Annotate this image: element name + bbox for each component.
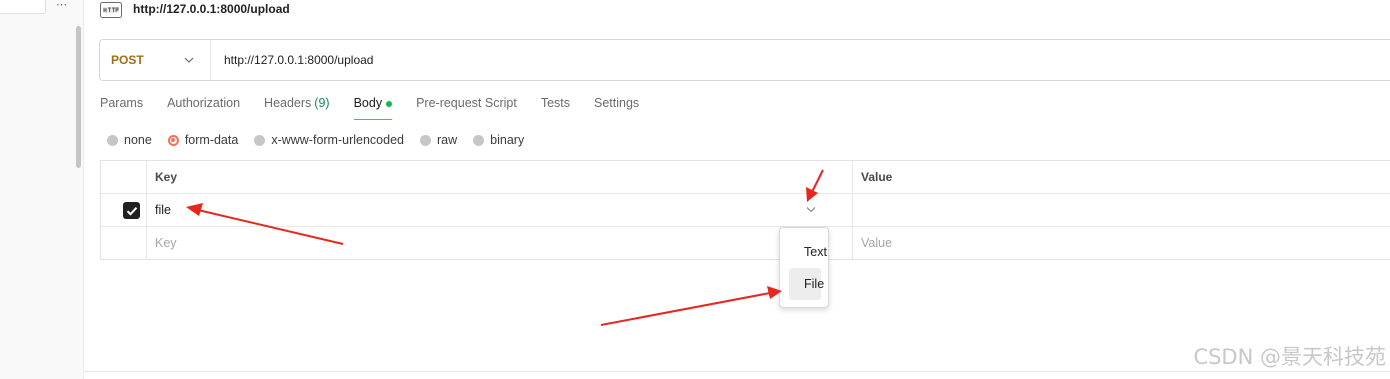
value-placeholder-input[interactable]: Value (861, 236, 892, 250)
check-icon (126, 206, 137, 216)
menu-item-file[interactable]: File (789, 268, 824, 300)
more-options-icon[interactable]: ⋯ (56, 0, 67, 11)
method-label: POST (111, 53, 144, 67)
radio-none[interactable]: none (107, 133, 152, 147)
key-input[interactable]: file (155, 203, 171, 217)
chevron-down-icon (184, 54, 194, 66)
radio-x-www-form-urlencoded[interactable]: x-www-form-urlencoded (254, 133, 404, 147)
radio-label: none (124, 133, 152, 147)
tab-label: Pre-request Script (416, 96, 517, 110)
form-data-table: Key Value file Key Value (100, 160, 1390, 260)
radio-circle[interactable] (167, 134, 179, 146)
key-placeholder-input[interactable]: Key (155, 236, 177, 250)
body-active-dot (386, 101, 393, 107)
radio-circle[interactable] (473, 134, 485, 146)
url-input[interactable]: http://127.0.0.1:8000/upload (211, 53, 373, 67)
http-request-icon (100, 0, 124, 18)
tab-headers[interactable]: Headers (9) (264, 96, 330, 120)
radio-label: binary (490, 133, 525, 147)
sidebar-scrollbar[interactable] (76, 26, 81, 168)
value-input[interactable] (853, 194, 1390, 226)
annotation-arrow (600, 292, 771, 326)
radio-binary[interactable]: binary (473, 133, 524, 147)
tab-label: Authorization (167, 96, 241, 110)
method-select[interactable]: POST (100, 40, 211, 80)
value-column-header: Value (861, 170, 893, 184)
sidebar-search-input[interactable] (0, 0, 46, 14)
table-row: file (101, 194, 1390, 227)
row-enabled-checkbox[interactable] (123, 202, 140, 219)
table-row-empty: Key Value (101, 227, 1390, 260)
request-title-row: http://127.0.0.1:8000/upload (100, 0, 290, 18)
tab-authorization[interactable]: Authorization (167, 96, 240, 120)
request-tabs: Params Authorization Headers (9) Body Pre… (100, 96, 663, 120)
radio-circle[interactable] (107, 134, 118, 146)
radio-label: form-data (184, 133, 239, 147)
table-header-row: Key Value (101, 161, 1390, 194)
key-column-header: Key (155, 170, 178, 184)
tab-params[interactable]: Params (100, 96, 143, 120)
radio-raw[interactable]: raw (420, 133, 457, 147)
tab-pre-request-script[interactable]: Pre-request Script (416, 96, 517, 120)
sidebar-pane: ⋯ (0, 0, 84, 379)
body-type-radios: none form-data x-www-form-urlencoded raw… (107, 132, 540, 148)
radio-circle[interactable] (254, 134, 266, 146)
radio-circle[interactable] (420, 134, 431, 146)
tab-tests[interactable]: Tests (541, 96, 570, 120)
radio-form-data[interactable]: form-data (167, 133, 239, 147)
tab-label: Headers (264, 96, 312, 110)
tab-settings[interactable]: Settings (594, 96, 639, 120)
tab-body[interactable]: Body (353, 96, 393, 120)
menu-item-text[interactable]: Text (789, 236, 827, 268)
bottom-divider (84, 371, 1390, 372)
key-type-chevron-down-icon[interactable] (804, 202, 818, 216)
key-type-menu: Text File (779, 227, 829, 308)
tab-label: Tests (540, 96, 570, 110)
request-title[interactable]: http://127.0.0.1:8000/upload (133, 2, 290, 16)
radio-label: raw (437, 133, 458, 147)
tab-label: Settings (594, 96, 640, 110)
watermark: CSDN @景天科技苑 (1193, 345, 1386, 369)
headers-count-badge: (9) (314, 96, 330, 110)
tab-label: Body (353, 96, 383, 110)
tab-label: Params (100, 96, 144, 110)
url-bar: POST http://127.0.0.1:8000/upload (99, 39, 1390, 81)
radio-label: x-www-form-urlencoded (271, 133, 404, 147)
